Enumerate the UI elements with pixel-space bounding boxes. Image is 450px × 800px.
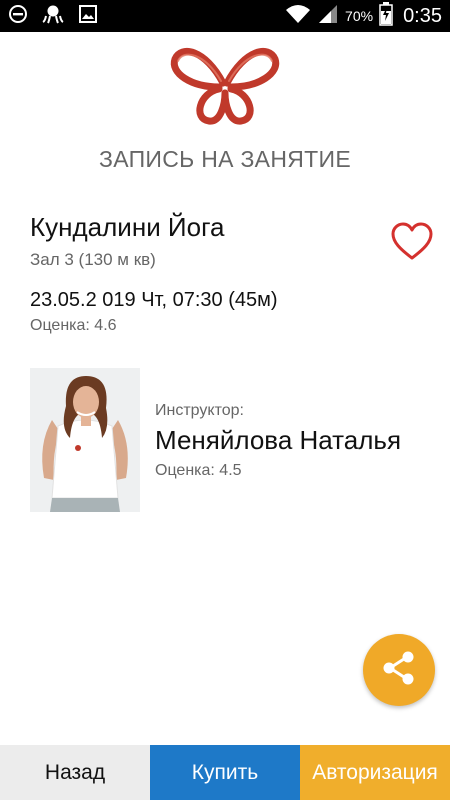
clock: 0:35: [403, 4, 442, 27]
octopus-icon: [42, 4, 64, 29]
do-not-disturb-icon: [8, 4, 28, 29]
brand-logo: [165, 43, 285, 125]
back-button[interactable]: Назад: [0, 745, 150, 800]
class-name: Кундалини Йога: [30, 212, 225, 242]
battery-charging-icon: [379, 1, 393, 31]
instructor-label: Инструктор:: [155, 402, 244, 419]
instructor-photo: [30, 368, 140, 512]
class-datetime: 23.05.2 019 Чт, 07:30 (45м): [30, 289, 278, 311]
login-button[interactable]: Авторизация: [300, 745, 450, 800]
status-bar-notifications: [8, 4, 98, 29]
wifi-icon: [285, 3, 311, 30]
screen-title: ЗАПИСЬ НА ЗАНЯТИЕ: [99, 146, 351, 172]
instructor-rating: Оценка: 4.5: [155, 462, 242, 479]
image-icon: [78, 4, 98, 29]
favorite-heart-icon[interactable]: [390, 222, 434, 262]
buy-button[interactable]: Купить: [150, 745, 300, 800]
share-button[interactable]: [363, 634, 435, 706]
status-bar: 70% 0:35: [0, 0, 450, 32]
class-hall: Зал 3 (130 м кв): [30, 250, 156, 269]
battery-percent: 70%: [345, 8, 374, 24]
bottom-action-bar: Назад Купить Авторизация: [0, 745, 450, 800]
status-bar-system: 70% 0:35: [285, 1, 442, 31]
share-icon: [379, 648, 419, 693]
instructor-name: Меняйлова Наталья: [155, 425, 402, 455]
signal-icon: [317, 3, 339, 30]
class-rating: Оценка: 4.6: [30, 317, 117, 334]
